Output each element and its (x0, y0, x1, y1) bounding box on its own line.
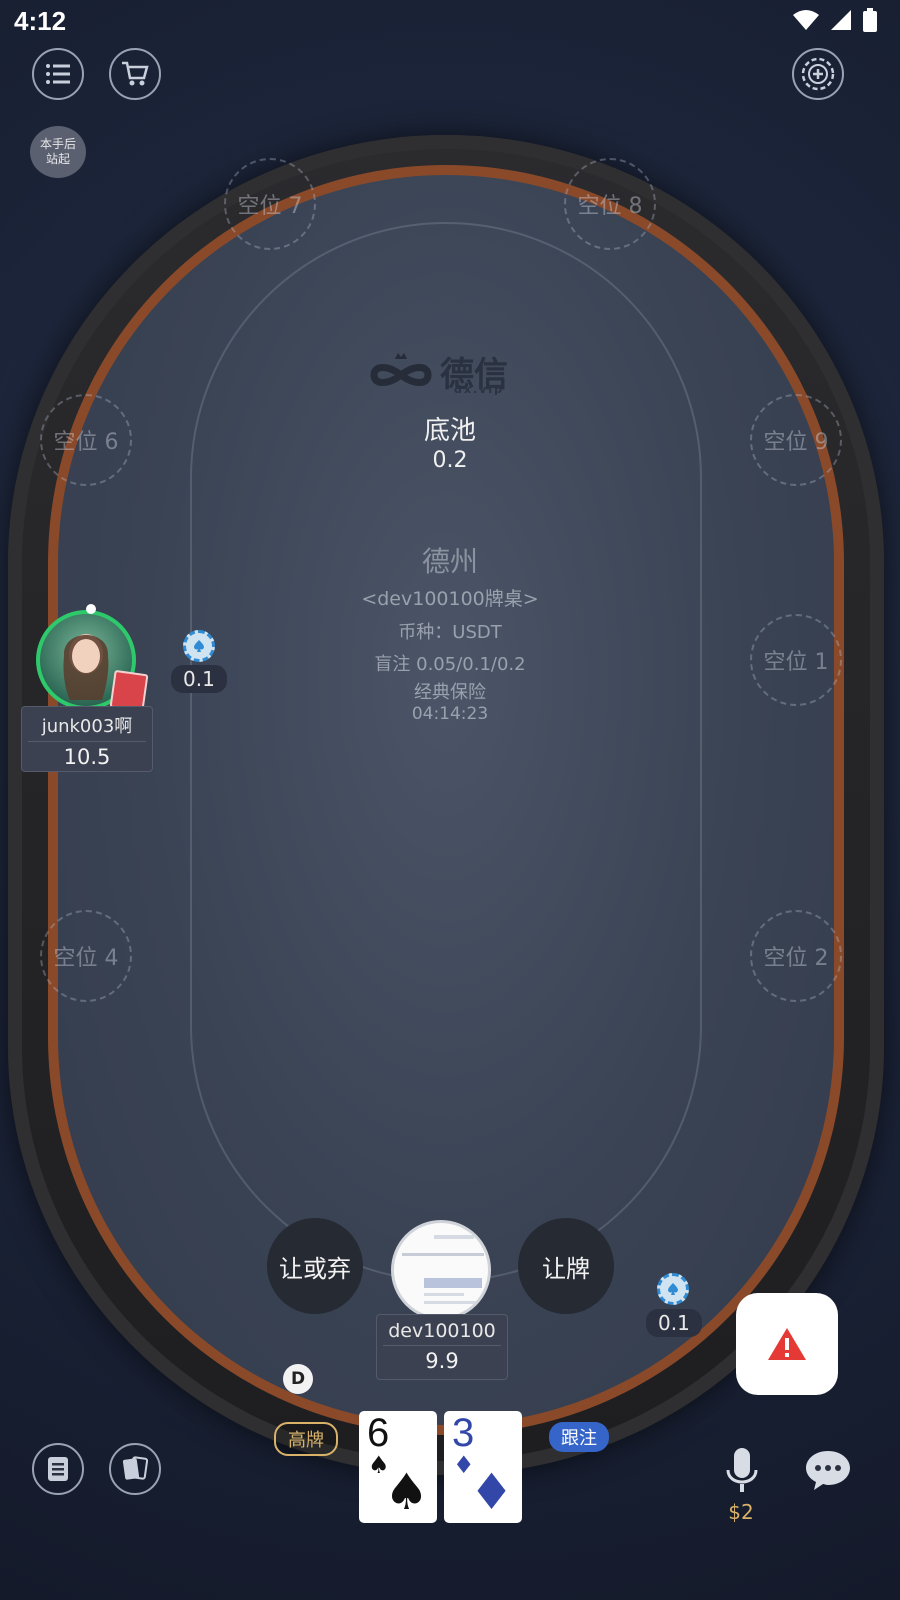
check-button[interactable]: 让牌 (518, 1218, 614, 1314)
cards-icon (122, 1456, 148, 1480)
wifi-icon (793, 10, 819, 30)
chat-button[interactable] (804, 1448, 852, 1492)
opponent-name: junk003啊 (41, 716, 133, 737)
last-action-badge: 跟注 (549, 1422, 609, 1452)
opponent-bet-chip (183, 630, 215, 662)
card-1-big-suit: ♠ (384, 1463, 429, 1521)
empty-seat-2[interactable]: 空位 2 (750, 910, 842, 1002)
add-chips-button[interactable] (792, 48, 844, 100)
hero-avatar[interactable] (391, 1220, 491, 1320)
table-name: <dev100100牌桌> (361, 588, 539, 610)
currency-info: 币种：USDT (398, 622, 502, 643)
card-2-big-suit: ♦ (469, 1463, 514, 1521)
battery-icon (863, 8, 877, 32)
hero-info-box[interactable]: dev100100 9.9 (376, 1314, 508, 1380)
empty-seat-7[interactable]: 空位 7 (224, 158, 316, 250)
hero-stack: 9.9 (425, 1349, 459, 1373)
pot-value: 0.2 (432, 448, 468, 473)
microphone-button[interactable] (722, 1446, 762, 1496)
chat-bubble-icon (806, 1451, 850, 1490)
card-1-rank: 6 (367, 1411, 390, 1455)
hole-card-2[interactable]: 3 ♦ ♦ (444, 1411, 522, 1523)
empty-seat-6[interactable]: 空位 6 (40, 394, 132, 486)
game-type: 德州 (421, 545, 478, 578)
table-clock: 04:14:23 (411, 704, 489, 724)
document-icon (48, 1457, 68, 1481)
list-icon (46, 64, 70, 84)
spade-chip-icon (194, 640, 204, 652)
hand-history-button[interactable] (32, 1443, 84, 1495)
brand-logo-subtext: dx.vip (454, 382, 504, 396)
empty-seat-4[interactable]: 空位 4 (40, 910, 132, 1002)
empty-seat-1[interactable]: 空位 1 (750, 614, 842, 706)
poker-chip-plus-icon (801, 57, 835, 91)
empty-seat-9[interactable]: 空位 9 (750, 394, 842, 486)
blinds-info: 盲注 0.05/0.1/0.2 (374, 654, 526, 675)
stand-up-after-hand-button[interactable]: 本手后站起 (30, 126, 86, 178)
signal-icon (831, 10, 851, 30)
cards-button[interactable] (109, 1443, 161, 1495)
insurance-info: 经典保险 (414, 682, 486, 703)
opponent-stack: 10.5 (63, 745, 111, 769)
spade-chip-icon (668, 1283, 678, 1295)
check-or-fold-button[interactable]: 让或弃 (267, 1218, 363, 1314)
hole-card-1[interactable]: 6 ♠ ♠ (359, 1411, 437, 1523)
brand-logo: 德信 dx.vip (368, 345, 518, 397)
dealer-button: D (283, 1364, 313, 1394)
report-button[interactable] (736, 1293, 838, 1395)
cart-icon (122, 61, 149, 86)
hand-rank-badge: 高牌 (274, 1422, 338, 1456)
warning-icon (768, 1328, 806, 1360)
status-time: 4:12 (14, 6, 67, 36)
microphone-icon (726, 1448, 758, 1492)
menu-button[interactable] (32, 48, 84, 100)
hero-name: dev100100 (388, 1320, 496, 1342)
microphone-price: $2 (728, 1500, 754, 1524)
infinity-crown-icon (370, 353, 432, 386)
hero-bet-chip (657, 1273, 689, 1305)
opponent-bet-value: 0.1 (171, 665, 227, 693)
speaking-indicator (86, 604, 96, 614)
shop-button[interactable] (109, 48, 161, 100)
card-2-rank: 3 (452, 1411, 475, 1455)
status-icons (792, 8, 878, 32)
pot-label: 底池 (423, 416, 476, 446)
empty-seat-8[interactable]: 空位 8 (564, 158, 656, 250)
opponent-info-box[interactable]: junk003啊 10.5 (21, 706, 153, 772)
hero-bet-value: 0.1 (646, 1309, 702, 1337)
